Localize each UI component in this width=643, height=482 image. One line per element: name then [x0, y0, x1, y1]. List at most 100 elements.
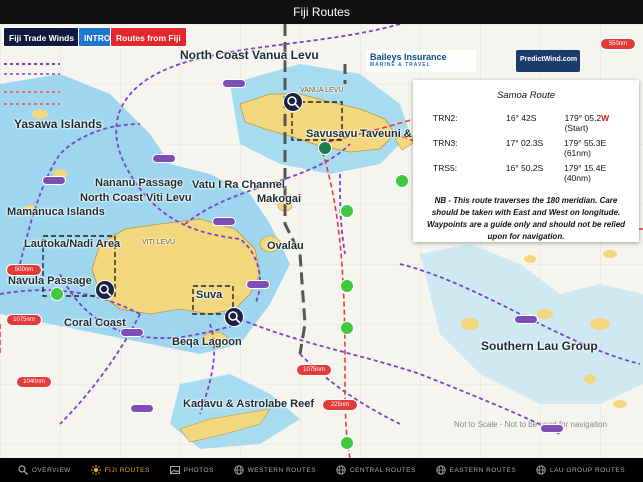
chart-map[interactable]: Baileys Insurance MARINE & TRAVEL Predic… — [0, 24, 643, 458]
tab-label: PHOTOS — [183, 466, 214, 474]
route-distance-pill[interactable] — [130, 404, 154, 413]
label-navula-passage: Navula Passage — [8, 275, 92, 287]
navigation-disclaimer: NB - This route traverses the 180 meridi… — [426, 196, 626, 241]
route-title: Samoa Route — [496, 90, 556, 101]
tab-western-routes[interactable]: WESTERN ROUTES — [234, 465, 316, 475]
route-distance-pill[interactable] — [212, 217, 236, 226]
distance-badge[interactable]: 1040nm — [16, 376, 52, 388]
label-southern-lau-group: Southern Lau Group — [481, 339, 598, 353]
distance-badge[interactable]: 1075nm — [6, 314, 42, 326]
lon-note: (40nm) — [564, 173, 591, 183]
tab-photos[interactable]: PHOTOS — [169, 465, 214, 475]
waypoint-lat: 16° 50.2S — [505, 163, 544, 173]
waypoint-marker[interactable] — [340, 279, 354, 293]
waypoint-lon: 179° 55.3E (61nm) — [564, 138, 629, 158]
waypoint-marker[interactable] — [340, 321, 354, 335]
distance-badge[interactable]: 1075nm — [296, 364, 332, 376]
waypoint-id: TRS5: — [433, 163, 458, 173]
globe-icon — [336, 465, 346, 475]
waypoint-marker[interactable] — [395, 174, 409, 188]
baileys-name: Baileys Insurance — [370, 52, 447, 62]
label-vatu-i-ra-channel: Vatu I Ra Channel — [192, 179, 285, 191]
label-yasawa-islands: Yasawa Islands — [14, 117, 103, 131]
search-icon — [18, 465, 28, 475]
tab-label: OVERVIEW — [31, 466, 71, 474]
zoom-suva-button[interactable] — [224, 307, 244, 327]
waypoint-lon: 179° 05.2W (Start) — [565, 113, 629, 133]
label-vanua-levu-island: VANUA LEVU — [300, 87, 344, 94]
fiji-trade-winds-button[interactable]: Fiji Trade Winds — [3, 27, 81, 47]
label-beqa-lagoon: Beqa Lagoon — [172, 336, 242, 348]
route-distance-pill[interactable] — [222, 79, 246, 88]
label-suva: Suva — [196, 289, 223, 301]
route-info-panel: Samoa Route TRN2: 16° 42S 179° 05.2W (St… — [413, 80, 639, 242]
globe-icon — [234, 465, 244, 475]
lon-note: (Start) — [564, 123, 589, 133]
route-distance-pill[interactable] — [42, 176, 66, 185]
tab-central-routes[interactable]: CENTRAL ROUTES — [336, 465, 416, 475]
waypoint-marker[interactable] — [340, 436, 354, 450]
waypoint-marker[interactable] — [318, 141, 332, 155]
label-lautoka-nadi-area: Lautoka/Nadi Area — [24, 238, 121, 250]
waypoint-lon: 179° 15.4E (40nm) — [564, 163, 629, 183]
baileys-subtitle: MARINE & TRAVEL — [370, 62, 431, 68]
tab-label: LAU GROUP ROUTES — [549, 466, 626, 474]
globe-icon — [435, 465, 446, 475]
not-to-scale-note: Not to Scale - Not to be used for naviga… — [454, 420, 607, 429]
tab-overview[interactable]: OVERVIEW — [18, 465, 71, 475]
distance-badge[interactable]: 225nm — [322, 399, 358, 411]
waypoint-marker[interactable] — [50, 287, 64, 301]
waypoint-lat: 17° 02.3S — [505, 138, 544, 148]
label-mamanuca-islands: Mamanuca Islands — [7, 206, 105, 218]
waypoint-row: TRN2: 16° 42S 179° 05.2W (Start) — [423, 113, 629, 133]
waypoint-id: TRN2: — [433, 113, 458, 123]
route-distance-pill[interactable] — [152, 154, 176, 163]
predictwind-logo[interactable]: PredictWind.com — [516, 50, 580, 72]
routes-from-fiji-button[interactable]: Routes from Fiji — [110, 27, 187, 47]
photo-icon — [169, 466, 180, 474]
label-makogai: Makogai — [257, 193, 302, 205]
label-north-coast-vanua-levu: North Coast Vanua Levu — [180, 48, 319, 62]
route-distance-pill[interactable] — [120, 328, 144, 337]
tab-fiji-routes[interactable]: FIJI ROUTES — [90, 465, 150, 475]
waypoint-id: TRN3: — [433, 138, 458, 148]
route-distance-pill[interactable] — [540, 424, 564, 433]
magnifier-icon — [228, 311, 241, 324]
distance-badge[interactable]: 550nm — [600, 38, 636, 50]
magnifier-icon — [99, 284, 112, 297]
label-ovalau: Ovalau — [267, 240, 304, 252]
lon-direction: W — [601, 113, 610, 123]
label-viti-levu-island: VITI LEVU — [142, 239, 176, 246]
globe-icon — [536, 465, 546, 475]
lon-value: 179° 15.4E — [564, 163, 607, 173]
window-title: Fiji Routes — [0, 0, 643, 24]
tab-eastern-routes[interactable]: EASTERN ROUTES — [435, 465, 517, 475]
label-savusavu: Savusavu — [306, 128, 358, 140]
tab-label: WESTERN ROUTES — [247, 466, 317, 474]
zoom-savusavu-button[interactable] — [283, 92, 303, 112]
bottom-tab-bar: OVERVIEW FIJI ROUTES PHOTOS WESTERN ROUT… — [0, 458, 643, 482]
label-nananu-passage: Nananu Passage — [95, 177, 184, 189]
tab-label: EASTERN ROUTES — [449, 466, 517, 474]
route-distance-pill[interactable] — [246, 280, 270, 289]
label-taveuni: Taveuni & — [360, 128, 412, 140]
label-north-coast-viti-levu: North Coast Viti Levu — [80, 192, 192, 204]
label-coral-coast: Coral Coast — [64, 317, 126, 329]
lon-value: 179° 55.3E — [564, 138, 607, 148]
sun-icon — [90, 465, 101, 475]
waypoint-row: TRN3: 17° 02.3S 179° 55.3E (61nm) — [423, 138, 629, 158]
tab-label: CENTRAL ROUTES — [349, 466, 416, 474]
waypoint-row: TRS5: 16° 50.2S 179° 15.4E (40nm) — [423, 163, 629, 183]
route-distance-pill[interactable] — [514, 315, 538, 324]
magnifier-icon — [287, 96, 300, 109]
lon-value: 179° 05.2 — [564, 113, 602, 123]
lon-note: (61nm) — [564, 148, 591, 158]
waypoint-marker[interactable] — [340, 204, 354, 218]
label-kadavu-astrolabe-reef: Kadavu & Astrolabe Reef — [183, 398, 315, 410]
zoom-lautoka-button[interactable] — [95, 280, 115, 300]
tab-label: FIJI ROUTES — [104, 466, 150, 474]
distance-badge[interactable]: 500nm — [6, 264, 42, 276]
waypoint-lat: 16° 42S — [506, 113, 537, 123]
baileys-insurance-logo[interactable]: Baileys Insurance MARINE & TRAVEL — [366, 50, 476, 72]
tab-lau-group-routes[interactable]: LAU GROUP ROUTES — [536, 465, 625, 475]
